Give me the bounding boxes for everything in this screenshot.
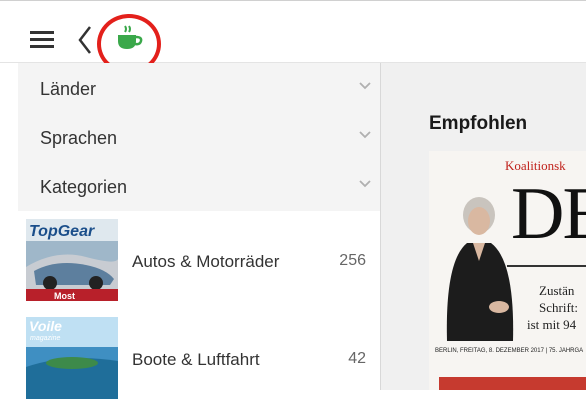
topgear-cover-thumbnail: TopGear Most <box>26 219 118 301</box>
thumb-title: Voile <box>29 318 62 334</box>
paper-subline: ist mit 94 <box>527 317 577 332</box>
paper-masthead: DE <box>511 173 586 255</box>
thumb-subtitle: magazine <box>30 335 60 342</box>
top-app-bar <box>0 0 586 74</box>
featured-newspaper-cover[interactable]: Koalitionsk DE Zustän Schrift: ist mit 9… <box>429 151 586 390</box>
category-count: 256 <box>339 252 366 269</box>
filter-laender[interactable]: Länder <box>18 63 380 112</box>
filter-label: Kategorien <box>40 177 128 197</box>
category-item-boote[interactable]: Voile magazine Boote & Luftfahrt 42 <box>18 309 380 407</box>
sidebar: Länder Sprachen Kategorien TopGear Most <box>18 63 381 399</box>
section-title-empfohlen: Empfohlen <box>429 113 528 134</box>
paper-subline: Zustän <box>539 283 575 298</box>
filter-kategorien[interactable]: Kategorien <box>18 161 380 210</box>
thumb-caption: Most <box>54 291 75 301</box>
main-content: Empfohlen Koalitionsk DE Zustän Schrift:… <box>381 63 586 390</box>
category-list: TopGear Most Autos & Motorräder 256 Voil… <box>18 211 380 399</box>
paper-dateline: BERLIN, FREITAG, 8. DEZEMBER 2017 | 75. … <box>435 348 584 354</box>
left-margin <box>0 63 18 390</box>
category-name: Autos & Motorräder <box>132 252 280 271</box>
chevron-down-icon <box>359 82 371 90</box>
category-count: 42 <box>348 350 366 367</box>
thumb-title: TopGear <box>29 223 95 240</box>
filter-label: Länder <box>40 79 97 99</box>
filter-sprachen[interactable]: Sprachen <box>18 112 380 161</box>
filter-label: Sprachen <box>40 128 118 148</box>
paper-kicker: Koalitionsk <box>505 158 566 173</box>
chevron-down-icon <box>359 180 371 188</box>
cover-photo-woman <box>446 197 514 341</box>
hamburger-menu-icon[interactable] <box>30 31 54 49</box>
paper-red-banner <box>439 377 586 390</box>
paper-subline: Schrift: <box>539 300 578 315</box>
chevron-down-icon <box>359 131 371 139</box>
paper-rule <box>507 265 586 267</box>
back-chevron-icon[interactable] <box>78 25 92 55</box>
voile-cover-thumbnail: Voile magazine <box>26 317 118 399</box>
category-item-autos[interactable]: TopGear Most Autos & Motorräder 256 <box>18 211 380 309</box>
category-name: Boote & Luftfahrt <box>132 350 260 369</box>
